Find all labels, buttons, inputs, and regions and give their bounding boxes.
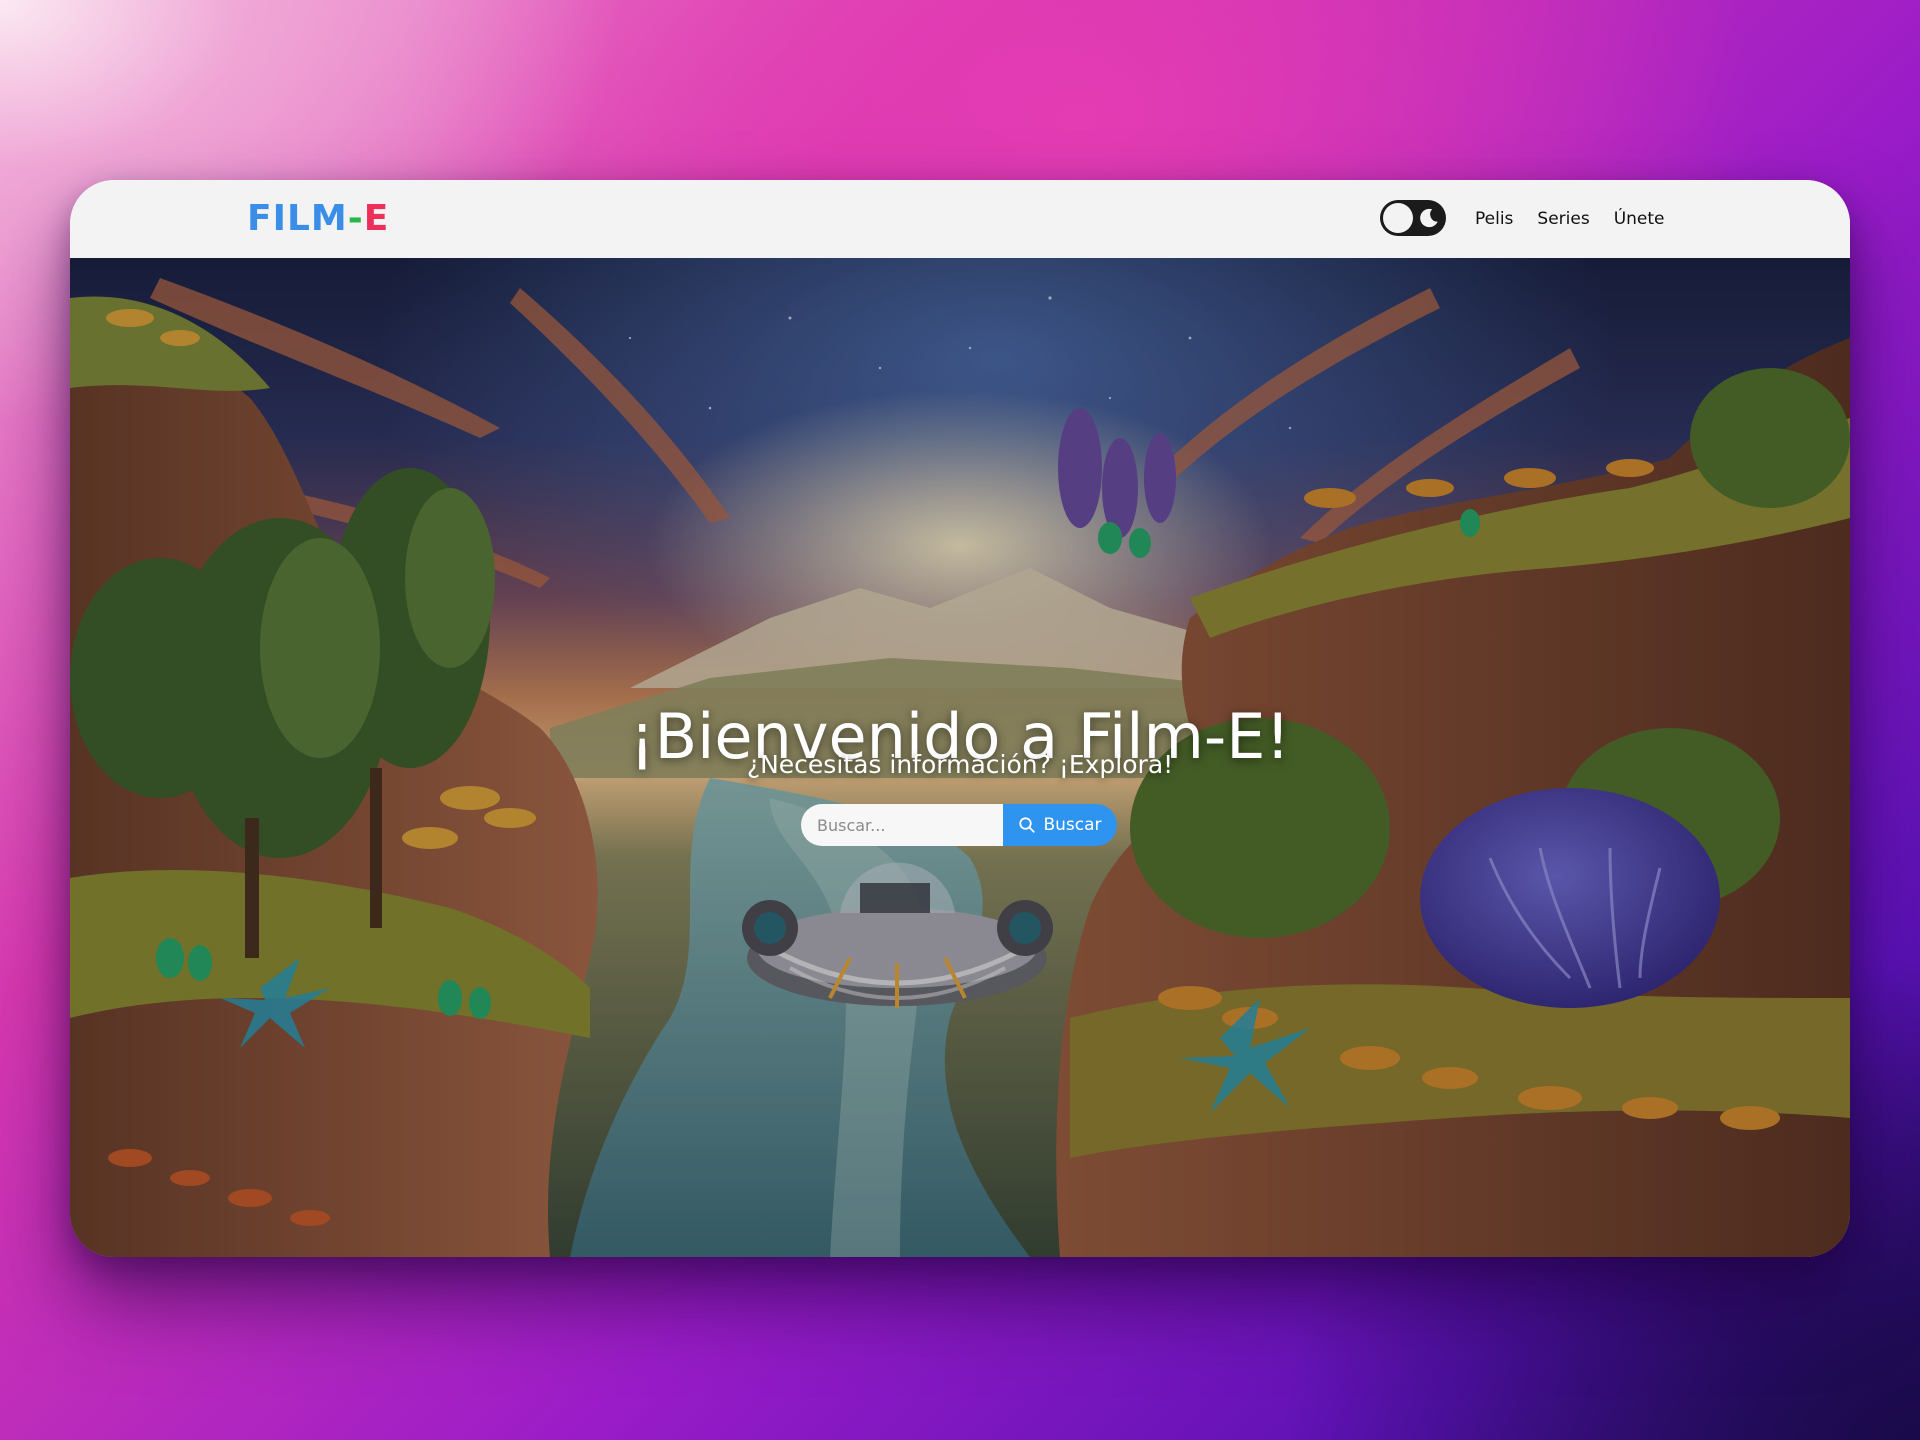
search-input[interactable] [801, 804, 1003, 846]
search-button-label: Buscar [1043, 815, 1102, 835]
brand-logo-part-film: FILM [247, 198, 348, 239]
brand-logo-part-e: E [363, 198, 390, 239]
hero-section: ¡Bienvenido a Film-E! ¿Necesitas informa… [70, 258, 1850, 1257]
navbar: FILM-E Pelis Series Únete [70, 180, 1850, 259]
brand-logo[interactable]: FILM-E [247, 198, 389, 239]
toggle-knob [1383, 203, 1413, 233]
hero-subtitle: ¿Necesitas información? ¡Explora! [746, 750, 1174, 779]
nav-links: Pelis Series Únete [1475, 180, 1665, 258]
search-form: Buscar [801, 804, 1117, 846]
theme-toggle[interactable] [1380, 200, 1446, 236]
nav-link-unete[interactable]: Únete [1614, 209, 1665, 229]
search-button[interactable]: Buscar [1003, 804, 1117, 846]
brand-logo-part-dash: - [347, 198, 364, 239]
search-icon [1019, 817, 1036, 833]
nav-link-pelis[interactable]: Pelis [1475, 209, 1513, 229]
nav-link-series[interactable]: Series [1537, 209, 1589, 229]
moon-icon [1420, 208, 1438, 228]
browser-window: FILM-E Pelis Series Únete ¡Bienvenido a … [70, 180, 1850, 1257]
